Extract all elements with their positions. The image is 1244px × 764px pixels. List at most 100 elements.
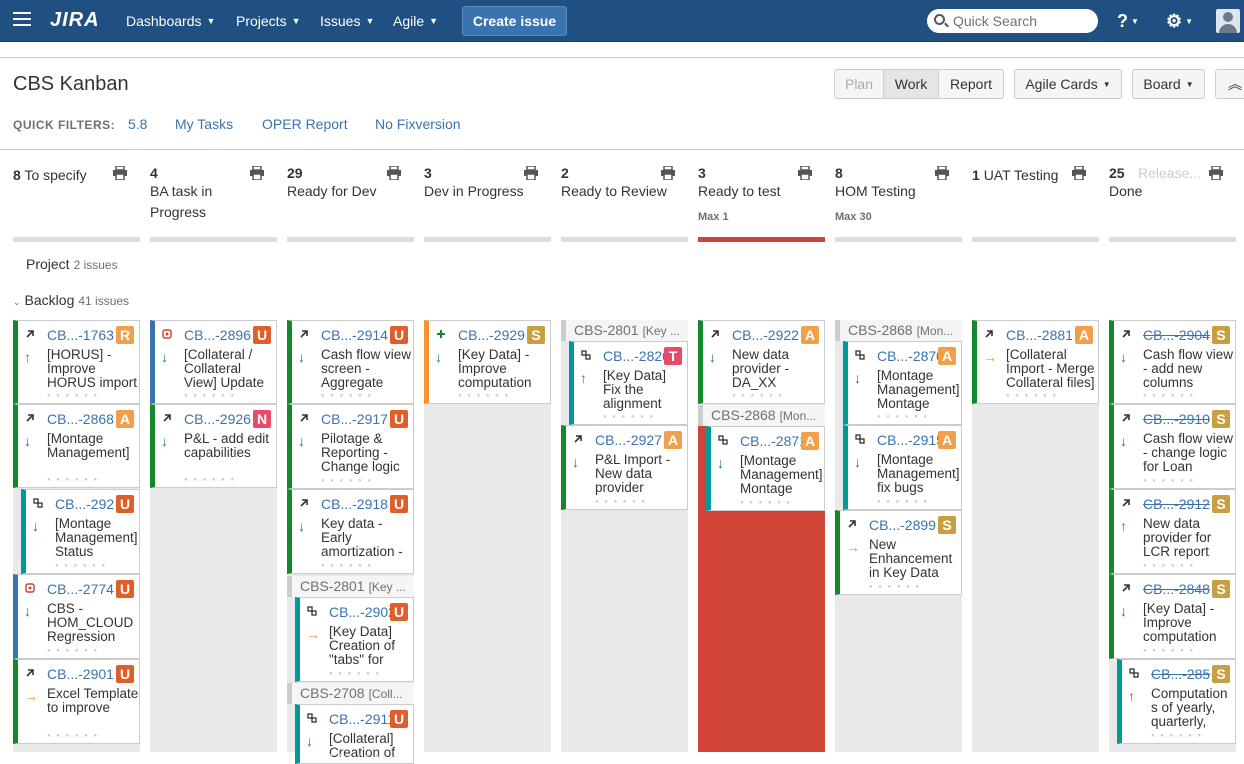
issue-card[interactable]: CB...-2848 S ↓ [Key Data] - Improve computa… [1109, 574, 1236, 659]
app-menu-icon[interactable] [13, 12, 31, 28]
print-icon[interactable] [112, 165, 128, 181]
parent-issue-header[interactable]: CBS-2801 [Key ... [287, 576, 414, 597]
issue-key-link[interactable]: CB...-2912 [1143, 496, 1210, 512]
issue-card[interactable]: CB...-2820 T ↑ [Key Data] Fix the alignment… [569, 341, 688, 425]
assignee-avatar[interactable]: S [1212, 326, 1230, 344]
assignee-avatar[interactable]: A [801, 326, 819, 344]
issue-card[interactable]: CB...-2774 U ↓ CBS - HOM_CLOUD Regression ● … [13, 574, 140, 659]
issue-card[interactable]: CB...-2914 U ↓ Cash flow view screen - Aggr… [287, 320, 414, 404]
issue-card[interactable]: CB...-2901 U → Excel Template to improve ● ●… [13, 659, 140, 744]
issue-key-link[interactable]: CB...-2896 [184, 327, 251, 343]
assignee-avatar[interactable]: S [1212, 410, 1230, 428]
issue-key-link[interactable]: CB...-2911 [329, 711, 395, 727]
collapse-header-button[interactable]: ︽ [1215, 69, 1244, 99]
issue-card[interactable]: CB...-2899 S → New Enhancement in Key Data ●… [835, 510, 962, 595]
print-icon[interactable] [386, 165, 402, 181]
issue-card[interactable]: CB...-2902 U → [Key Data] Creation of "tabs… [295, 597, 414, 682]
create-issue-button[interactable]: Create issue [462, 6, 567, 36]
assignee-avatar[interactable]: U [116, 665, 134, 683]
nav-agile[interactable]: Agile ▼ [393, 13, 438, 29]
issue-key-link[interactable]: CB...-2927 [595, 432, 662, 448]
print-icon[interactable] [249, 165, 265, 181]
swimlane-backlog[interactable]: ⌄ Backlog 41 issues [13, 292, 129, 308]
issue-card[interactable]: CB...-2896 U ↓ [Collateral / Collateral Vie… [150, 320, 277, 404]
assignee-avatar[interactable]: A [116, 410, 134, 428]
print-icon[interactable] [660, 165, 676, 181]
issue-card[interactable]: CB...-2881 A → [Collateral Import - Merge C… [972, 320, 1099, 404]
assignee-avatar[interactable]: U [390, 603, 408, 621]
issue-card[interactable]: CB...-2911 U ↓ [Collateral] Creation of ● ● … [295, 704, 414, 764]
issue-card[interactable]: CB...-292 U ↓ [Montage Management] Status ● … [21, 489, 140, 574]
assignee-avatar[interactable]: S [527, 326, 545, 344]
issue-card[interactable]: CB...-2915 A ↓ [Montage Management] fix bug… [843, 425, 962, 510]
column-header[interactable]: 2 Ready to Review [561, 165, 688, 243]
issue-card[interactable]: CB...-2922 A ↓ New data provider - DA_XX ● ●… [698, 320, 825, 404]
issue-card[interactable]: CB...-2929 S ↓ [Key Data] - Improve computa… [424, 320, 551, 404]
help-menu[interactable]: ? ▼ [1117, 11, 1139, 32]
jira-logo[interactable]: JIRA [50, 9, 100, 32]
release-link[interactable]: Release... [1138, 165, 1201, 181]
assignee-avatar[interactable]: S [1212, 495, 1230, 513]
nav-dashboards[interactable]: Dashboards ▼ [126, 13, 215, 29]
assignee-avatar[interactable]: N [253, 410, 271, 428]
issue-key-link[interactable]: CB...-2871 [740, 433, 807, 449]
issue-key-link[interactable]: CB...-2918 [321, 496, 388, 512]
settings-menu[interactable]: ⚙ ▼ [1166, 11, 1193, 32]
board-menu-button[interactable]: Board ▼ [1132, 69, 1205, 99]
parent-issue-header[interactable]: CBS-2868 [Mon... [698, 405, 825, 426]
issue-card[interactable]: CB...-2927 A ↓ P&L Import - New data provid… [561, 425, 688, 510]
plan-mode-button[interactable]: Plan [834, 69, 884, 99]
print-icon[interactable] [797, 165, 813, 181]
column-header[interactable]: 1 UAT Testing [972, 165, 1099, 243]
column-header[interactable]: 8 HOM Testing Max 30 [835, 165, 962, 243]
quick-filter-5-8[interactable]: 5.8 [128, 116, 147, 132]
assignee-avatar[interactable]: A [664, 431, 682, 449]
issue-key-link[interactable]: CB...-1763 [47, 327, 114, 343]
column-header[interactable]: 8 To specify [13, 165, 140, 243]
assignee-avatar[interactable]: A [938, 347, 956, 365]
assignee-avatar[interactable]: A [1075, 326, 1093, 344]
issue-card[interactable]: CB...-2870 A ↓ [Montage Management] Montage… [843, 341, 962, 425]
assignee-avatar[interactable]: U [116, 580, 134, 598]
column-header[interactable]: 4 BA task in Progress [150, 165, 277, 243]
issue-key-link[interactable]: CB...-2901 [47, 666, 114, 682]
assignee-avatar[interactable]: U [253, 326, 271, 344]
issue-key-link[interactable]: CB...-2870 [877, 348, 944, 364]
issue-card[interactable]: CB...-2926 N ↓ P&L - add edit capabilities ●… [150, 404, 277, 488]
quick-filter-no-fixversion[interactable]: No Fixversion [375, 116, 461, 132]
assignee-avatar[interactable]: U [116, 495, 134, 513]
assignee-avatar[interactable]: S [1212, 580, 1230, 598]
issue-key-link[interactable]: CB...-2774 [47, 581, 114, 597]
issue-key-link[interactable]: CB...-2899 [869, 517, 936, 533]
issue-key-link[interactable]: CB...-2917 [321, 411, 388, 427]
print-icon[interactable] [1208, 165, 1224, 181]
column-header[interactable]: 29 Ready for Dev [287, 165, 414, 243]
issue-key-link[interactable]: CB...-2902 [329, 604, 396, 620]
quick-filter-my-tasks[interactable]: My Tasks [175, 116, 233, 132]
issue-card[interactable]: CB...-2871 A ↓ [Montage Management] Montage… [706, 426, 825, 511]
column-header[interactable]: 3 Dev in Progress [424, 165, 551, 243]
nav-projects[interactable]: Projects ▼ [236, 13, 301, 29]
issue-card[interactable]: CB...-2868 A ↓ [Montage Management] ● ● ● ● … [13, 404, 140, 488]
assignee-avatar[interactable]: A [801, 432, 819, 450]
print-icon[interactable] [523, 165, 539, 181]
swimlane-project[interactable]: Project 2 issues [26, 256, 118, 272]
parent-issue-header[interactable]: CBS-2868 [Mon... [835, 320, 962, 341]
issue-card[interactable]: CB...-2917 U ↓ Pilotage & Reporting - Chang… [287, 404, 414, 489]
column-header[interactable]: 25 Done Release... [1109, 165, 1236, 243]
assignee-avatar[interactable]: S [938, 516, 956, 534]
issue-key-link[interactable]: CB...-2904 [1143, 327, 1210, 343]
issue-key-link[interactable]: CB...-2926 [184, 411, 251, 427]
issue-key-link[interactable]: CB...-2929 [458, 327, 525, 343]
parent-issue-header[interactable]: CBS-2801 [Key ... [561, 320, 688, 341]
nav-issues[interactable]: Issues ▼ [320, 13, 374, 29]
issue-card[interactable]: CB...-2912 S ↑ New data provider for LCR re… [1109, 489, 1236, 574]
issue-card[interactable]: CB...-2910 S ↓ Cash flow view - change logi… [1109, 404, 1236, 489]
assignee-avatar[interactable]: S [1212, 665, 1230, 683]
issue-key-link[interactable]: CB...-2868 [47, 411, 114, 427]
print-icon[interactable] [934, 165, 950, 181]
report-mode-button[interactable]: Report [938, 69, 1004, 99]
assignee-avatar[interactable]: R [116, 326, 134, 344]
issue-key-link[interactable]: CB...-2881 [1006, 327, 1073, 343]
issue-key-link[interactable]: CB...-2848 [1143, 581, 1210, 597]
